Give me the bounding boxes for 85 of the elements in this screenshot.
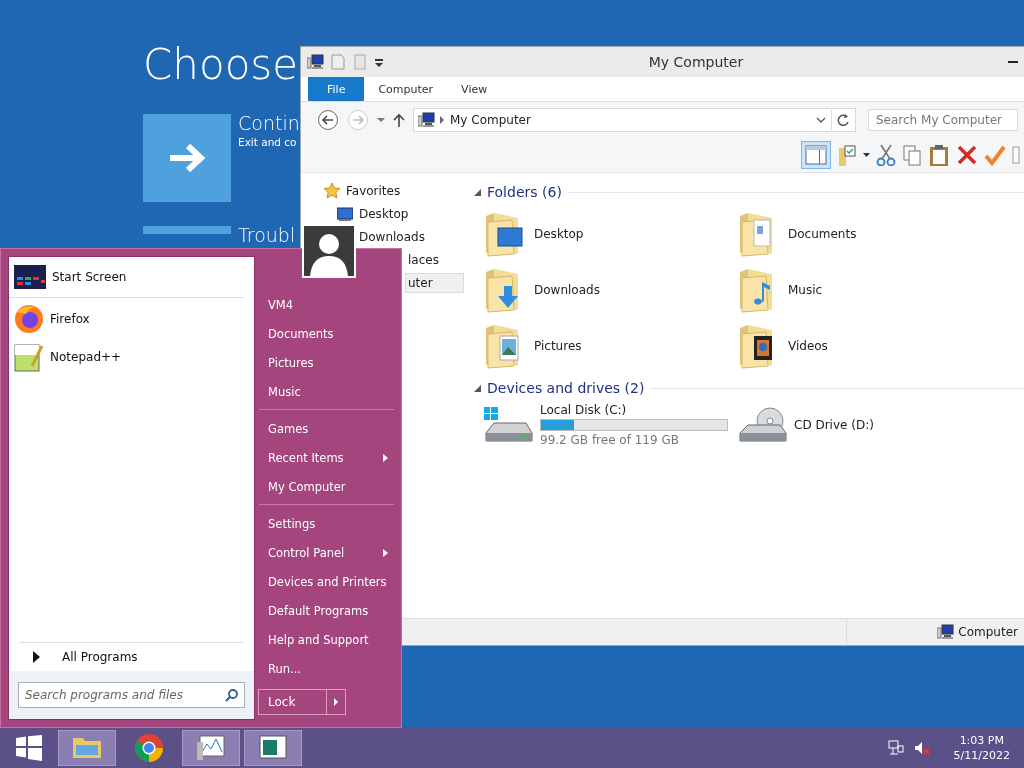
- drive-label[interactable]: Local Disk (C:): [540, 403, 728, 417]
- menu-item[interactable]: Recent Items: [268, 450, 344, 465]
- nav-item[interactable]: Downloads: [359, 230, 425, 244]
- muted-speaker-icon[interactable]: [913, 740, 930, 756]
- menu-item[interactable]: Devices and Printers: [268, 574, 387, 589]
- fox-logo-icon: [14, 304, 44, 334]
- nav-item[interactable]: uter: [405, 273, 464, 293]
- scissors-icon[interactable]: [876, 144, 896, 166]
- computer-icon: [418, 112, 435, 128]
- checkmark-icon[interactable]: [984, 144, 1006, 166]
- option-description: Exit and co: [238, 135, 298, 150]
- option-title: Contin: [238, 112, 300, 134]
- dropdown-icon[interactable]: [863, 153, 870, 157]
- hard-drive-icon: [484, 407, 534, 443]
- program-item[interactable]: Notepad++: [50, 350, 122, 364]
- copy-icon[interactable]: [902, 144, 922, 166]
- tiles-icon: [14, 265, 46, 289]
- network-icon[interactable]: [887, 740, 904, 756]
- collapse-icon[interactable]: [474, 384, 481, 392]
- search-field[interactable]: Search My Computer: [868, 109, 1018, 131]
- star-icon: [324, 183, 340, 199]
- menu-item[interactable]: Documents: [268, 326, 334, 341]
- computer-icon: [937, 624, 955, 640]
- option-tile[interactable]: [143, 226, 231, 234]
- folder-label[interactable]: Videos: [788, 339, 828, 353]
- option-title: Troubl: [238, 224, 296, 246]
- option-tile[interactable]: [143, 114, 231, 202]
- computer-icon: [307, 54, 324, 70]
- ribbon-tab[interactable]: View: [447, 77, 502, 101]
- folder-label[interactable]: Desktop: [534, 227, 584, 241]
- play-arrow-icon: [33, 651, 40, 663]
- nav-item[interactable]: Desktop: [359, 207, 409, 221]
- menu-item[interactable]: Run...: [268, 661, 302, 676]
- search-icon[interactable]: [225, 688, 238, 702]
- caret-icon: [334, 698, 338, 706]
- folder-label[interactable]: Pictures: [534, 339, 582, 353]
- windows-logo-icon: [16, 735, 42, 761]
- folder-label[interactable]: Music: [788, 283, 823, 297]
- menu-item[interactable]: Default Programs: [268, 603, 369, 618]
- folder-label[interactable]: Downloads: [534, 283, 600, 297]
- dropdown-icon[interactable]: [816, 116, 826, 124]
- pane-icon: [805, 145, 827, 165]
- menu-item[interactable]: Control Panel: [268, 545, 345, 560]
- desktop-folder-icon: [484, 210, 524, 258]
- search-field[interactable]: Search programs and files: [18, 682, 245, 708]
- back-icon[interactable]: [317, 109, 339, 131]
- chrome-logo-icon: [133, 732, 165, 764]
- customize-icon[interactable]: [374, 56, 384, 68]
- menu-item[interactable]: Settings: [268, 516, 316, 531]
- taskbar-button[interactable]: [244, 730, 302, 766]
- folder-check-icon[interactable]: [837, 144, 857, 166]
- menu-item[interactable]: My Computer: [268, 479, 346, 494]
- ribbon-tab[interactable]: Computer: [364, 77, 448, 101]
- clipboard-icon[interactable]: [928, 144, 950, 166]
- delete-icon[interactable]: [956, 144, 978, 166]
- menu-item[interactable]: VM4: [268, 297, 294, 312]
- preview-pane-toggle[interactable]: [801, 141, 831, 169]
- ribbon-tab[interactable]: File: [308, 77, 365, 101]
- nav-item[interactable]: Favorites: [346, 184, 401, 198]
- menu-item[interactable]: Games: [268, 421, 309, 436]
- menu-item[interactable]: Music: [268, 384, 301, 399]
- monitor-icon: [337, 207, 353, 221]
- group-header[interactable]: Devices and drives (2): [487, 380, 645, 396]
- clock[interactable]: 1:03 PM 5/11/2022: [953, 733, 1010, 763]
- user-avatar-icon[interactable]: [304, 226, 354, 276]
- address-bar[interactable]: My Computer: [413, 108, 856, 132]
- all-programs-link[interactable]: All Programs: [62, 650, 138, 664]
- menu-item[interactable]: Pictures: [268, 355, 314, 370]
- up-arrow-icon[interactable]: [393, 113, 405, 127]
- page-heading: Choose: [143, 40, 299, 90]
- drive-label[interactable]: CD Drive (D:): [794, 418, 874, 432]
- status-text: Computer: [958, 625, 1018, 639]
- program-item[interactable]: Firefox: [50, 312, 90, 326]
- free-space-text: 99.2 GB free of 119 GB: [540, 433, 680, 447]
- program-item[interactable]: Start Screen: [52, 270, 127, 284]
- chevron-icon: [440, 116, 445, 124]
- window-title: My Computer: [647, 54, 745, 70]
- nav-item[interactable]: laces: [408, 253, 439, 267]
- menu-item[interactable]: Help and Support: [268, 632, 369, 647]
- taskbar-button[interactable]: [182, 730, 240, 766]
- notepad-icon: [14, 342, 44, 372]
- group-header[interactable]: Folders (6): [487, 184, 562, 200]
- collapse-icon[interactable]: [474, 188, 481, 196]
- cd-drive-icon: [738, 407, 788, 443]
- folder-label[interactable]: Documents: [788, 227, 857, 241]
